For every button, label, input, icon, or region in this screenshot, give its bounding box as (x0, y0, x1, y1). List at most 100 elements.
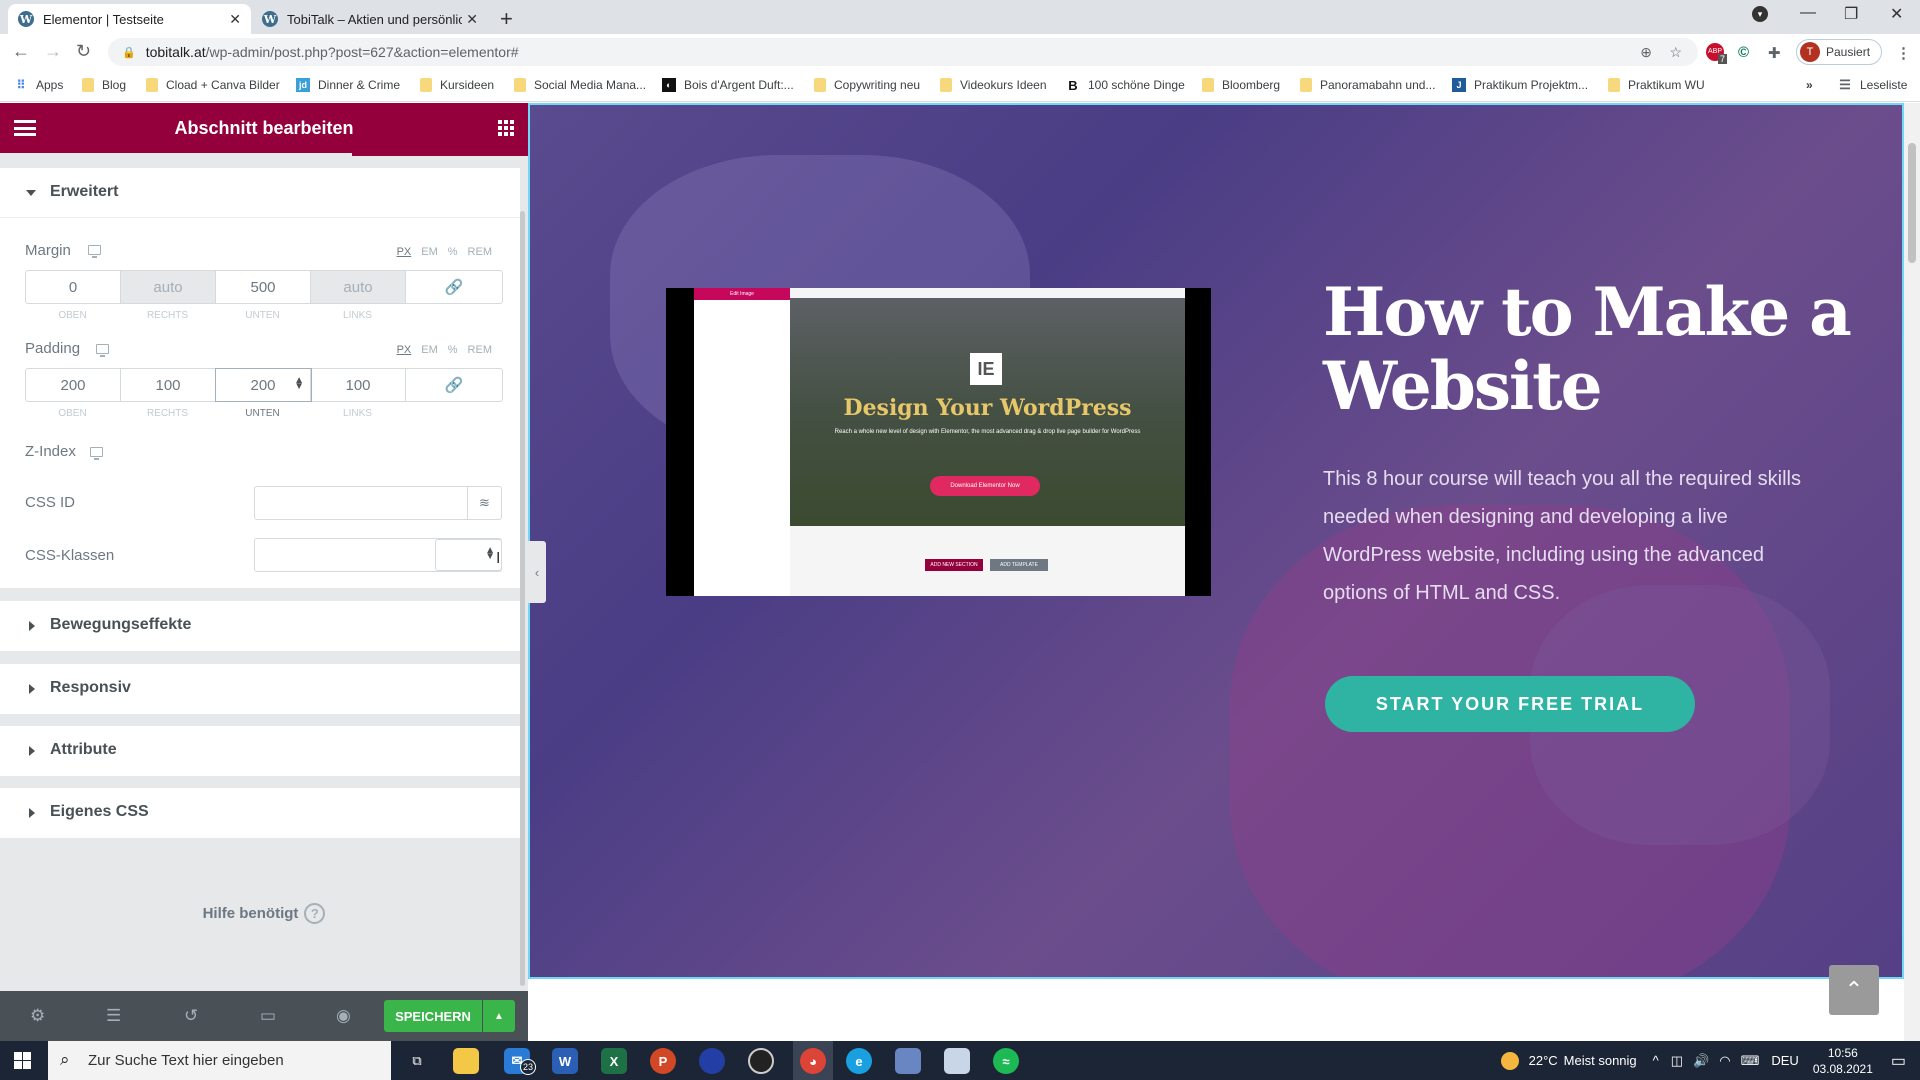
chrome-icon[interactable]: ◕ (800, 1048, 826, 1074)
preview-eye-icon[interactable]: ◉ (336, 1006, 351, 1026)
file-explorer-icon[interactable] (453, 1048, 479, 1074)
settings-gear-icon[interactable]: ⚙ (30, 1006, 45, 1026)
weather-temp[interactable]: 22°C (1529, 1053, 1558, 1068)
stepper-icon[interactable]: ▲ ▼ (485, 546, 495, 562)
camera-icon[interactable]: ◫ (1671, 1053, 1683, 1069)
app-icon[interactable] (944, 1048, 970, 1074)
taskbar-search[interactable]: ⌕ Zur Suche Text hier eingeben (48, 1041, 391, 1080)
margin-bottom-input[interactable]: 500 (216, 271, 311, 303)
scrollbar-thumb[interactable] (1908, 143, 1916, 263)
responsive-mode-icon[interactable]: ▭ (260, 1006, 276, 1026)
show-hidden-icons[interactable]: ^ (1653, 1053, 1659, 1068)
margin-left-input[interactable]: auto (311, 271, 406, 303)
more-bookmarks-icon[interactable]: » (1806, 78, 1813, 92)
padding-top-input[interactable]: 200 (26, 369, 121, 401)
close-tab-icon[interactable]: ✕ (466, 11, 478, 28)
preview-scrollbar[interactable] (1904, 103, 1920, 1041)
address-bar[interactable]: 🔒 tobitalk.at/wp-admin/post.php?post=627… (108, 38, 1698, 66)
panel-scrollbar[interactable] (520, 211, 525, 986)
desktop-icon[interactable] (90, 447, 103, 460)
task-view-icon[interactable]: ⧉ (404, 1048, 430, 1074)
bookmark-item[interactable]: Blog (82, 78, 126, 92)
new-tab-icon[interactable]: + (500, 6, 513, 32)
history-icon[interactable]: ↺ (184, 1006, 198, 1026)
unit-em[interactable]: EM (421, 246, 438, 258)
scroll-to-top-button[interactable]: ⌃ (1829, 965, 1879, 1015)
bookmark-item[interactable]: B 100 schöne Dinge (1066, 78, 1184, 93)
section-attribute[interactable]: Attribute (0, 726, 520, 776)
unit-rem[interactable]: REM (468, 246, 492, 258)
link-values-icon[interactable]: 🔗 (406, 369, 502, 401)
notifications-icon[interactable]: ▭ (1891, 1051, 1906, 1071)
collapse-panel-button[interactable]: ‹ (528, 541, 546, 603)
video-embed[interactable]: Edit Image IE Design Your WordPress Reac… (666, 288, 1211, 596)
menu-kebab-icon[interactable]: ⋮ (1896, 44, 1911, 62)
grammarly-icon[interactable]: © (1738, 44, 1749, 61)
profile-button[interactable]: T Pausiert (1796, 39, 1882, 65)
bookmark-item[interactable]: Kursideen (420, 78, 494, 92)
section-responsiv[interactable]: Responsiv (0, 664, 520, 714)
padding-bottom-input[interactable]: 200 ▲ ▼ (215, 368, 312, 402)
widgets-grid-icon[interactable] (498, 120, 514, 136)
bookmark-apps[interactable]: ⠿ Apps (14, 78, 64, 92)
extensions-icon[interactable]: ✚ (1768, 44, 1781, 62)
navigator-layers-icon[interactable]: ☰ (106, 1006, 121, 1026)
reload-icon[interactable]: ↻ (76, 41, 91, 62)
margin-right-input[interactable]: auto (121, 271, 216, 303)
close-tab-icon[interactable]: ✕ (229, 11, 241, 28)
bookmark-star-icon[interactable]: ☆ (1669, 44, 1682, 61)
app-icon[interactable] (699, 1048, 725, 1074)
bookmark-item[interactable]: Bloomberg (1202, 78, 1280, 92)
link-values-icon[interactable]: 🔗 (406, 271, 502, 303)
forward-icon[interactable]: → (44, 41, 62, 62)
bookmark-item[interactable]: Copywriting neu (814, 78, 920, 92)
bookmark-item[interactable]: ◐ Bois d'Argent Duft:... (662, 78, 794, 92)
minimize-icon[interactable]: — (1800, 4, 1816, 22)
help-link[interactable]: Hilfe benötigt? (0, 903, 528, 924)
save-options-button[interactable]: ▲ (483, 1000, 515, 1032)
word-icon[interactable]: W (552, 1048, 578, 1074)
margin-top-input[interactable]: 0 (26, 271, 121, 303)
unit-rem[interactable]: REM (468, 344, 492, 356)
weather-text[interactable]: Meist sonnig (1564, 1053, 1637, 1068)
zoom-icon[interactable]: ⊕ (1640, 44, 1652, 61)
edge-icon[interactable]: e (846, 1048, 872, 1074)
keyboard-icon[interactable]: ⌨ (1741, 1053, 1760, 1069)
css-id-input[interactable]: ≋ (254, 486, 502, 520)
language-indicator[interactable]: DEU (1771, 1053, 1798, 1068)
bookmark-item[interactable]: Panoramabahn und... (1300, 78, 1435, 92)
padding-right-input[interactable]: 100 (121, 369, 216, 401)
dynamic-tags-icon[interactable]: ≋ (467, 487, 501, 519)
desktop-icon[interactable] (96, 344, 109, 357)
reading-list[interactable]: ☰ Leseliste (1838, 77, 1907, 92)
section-header-erweitert[interactable]: Erweitert (0, 168, 520, 218)
bookmark-item[interactable]: Social Media Mana... (514, 78, 646, 92)
desktop-icon[interactable] (88, 245, 101, 258)
bookmark-item[interactable]: Praktikum WU (1608, 78, 1705, 92)
unit-px[interactable]: PX (397, 246, 412, 258)
stepper-icon[interactable]: ▲ ▼ (294, 376, 304, 392)
bookmark-item[interactable]: Cload + Canva Bilder (146, 78, 280, 92)
tab-tobitalk[interactable]: W TobiTalk – Aktien und persönliche ✕ (252, 4, 488, 34)
obs-icon[interactable] (748, 1048, 774, 1074)
unit-percent[interactable]: % (448, 246, 458, 258)
save-button[interactable]: SPEICHERN (384, 1000, 482, 1032)
bookmark-item[interactable]: jd Dinner & Crime (296, 78, 400, 92)
back-icon[interactable]: ← (12, 41, 30, 62)
powerpoint-icon[interactable]: P (650, 1048, 676, 1074)
unit-px[interactable]: PX (397, 344, 412, 356)
padding-left-input[interactable]: 100 (311, 369, 406, 401)
unit-percent[interactable]: % (448, 344, 458, 356)
free-trial-button[interactable]: START YOUR FREE TRIAL (1325, 676, 1695, 732)
z-index-input[interactable]: ▲ ▼ (435, 539, 502, 571)
media-control-icon[interactable]: ▾ (1752, 6, 1768, 22)
weather-icon[interactable] (1500, 1051, 1519, 1070)
restore-icon[interactable]: ❐ (1844, 4, 1858, 24)
unit-em[interactable]: EM (421, 344, 438, 356)
spotify-icon[interactable]: ≈ (993, 1048, 1019, 1074)
tab-elementor[interactable]: W Elementor | Testseite ✕ (8, 4, 251, 34)
hero-section[interactable]: Edit Image IE Design Your WordPress Reac… (528, 103, 1904, 979)
app-icon[interactable] (895, 1048, 921, 1074)
section-bewegungseffekte[interactable]: Bewegungseffekte (0, 601, 520, 651)
bookmark-item[interactable]: Videokurs Ideen (940, 78, 1047, 92)
